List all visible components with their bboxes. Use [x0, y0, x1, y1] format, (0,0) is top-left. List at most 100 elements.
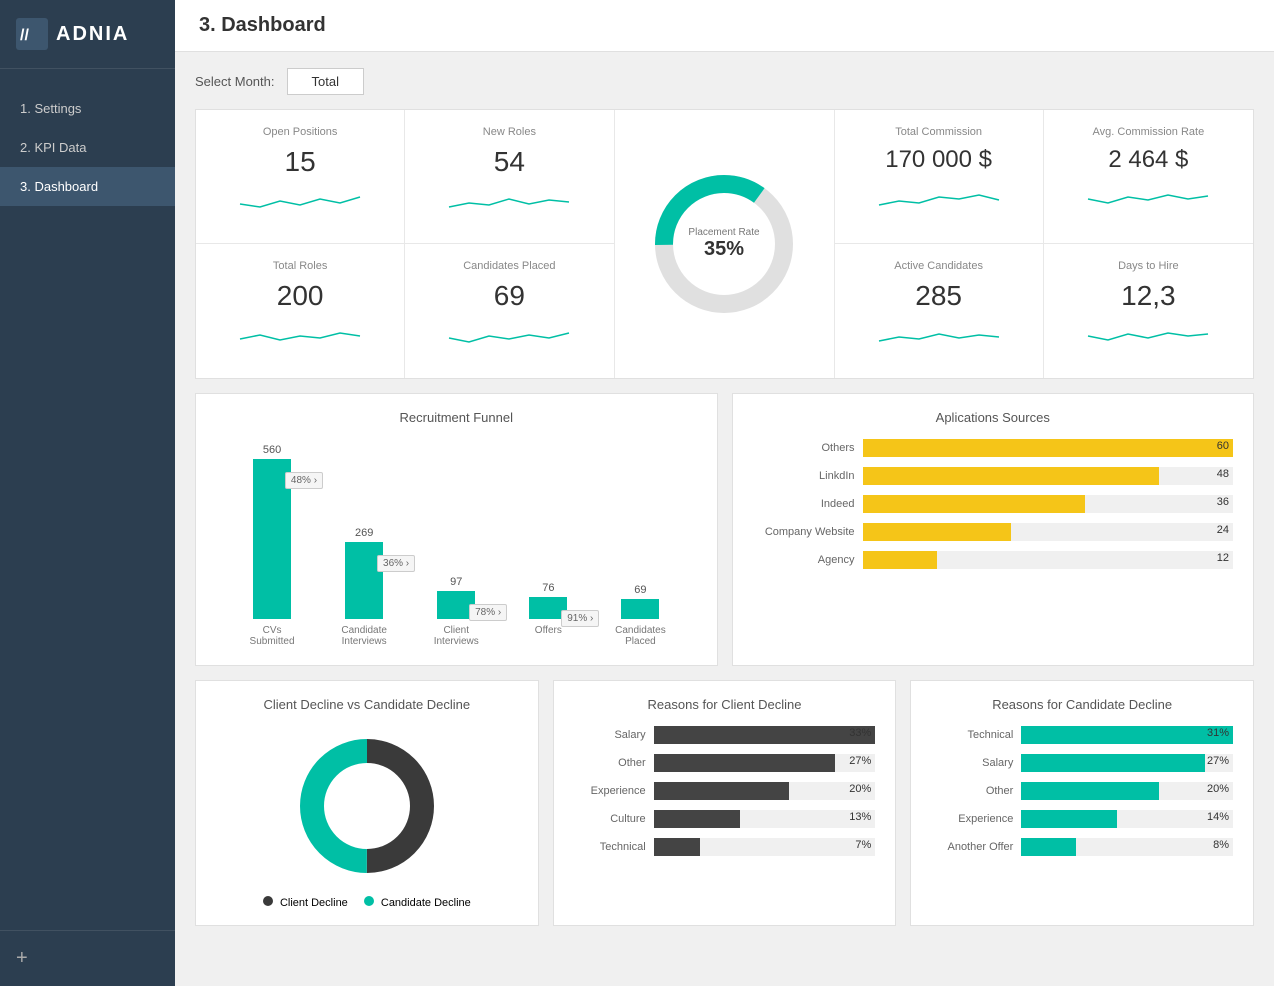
appsources-row-agency: Agency 12 — [753, 551, 1234, 569]
candidate-decline-track-other: 20% — [1021, 782, 1233, 800]
candidate-decline-bar-another-offer — [1021, 838, 1076, 856]
open-positions-label: Open Positions — [216, 126, 384, 138]
appsources-label-indeed: Indeed — [753, 498, 863, 510]
donut-label: Placement Rate 35% — [688, 227, 759, 261]
client-decline-track-culture: 13% — [654, 810, 876, 828]
candidate-decline-label-technical: Technical — [931, 729, 1021, 741]
kpi-total-roles: Total Roles 200 — [196, 244, 405, 378]
application-sources-card: Aplications Sources Others 60 LinkdIn — [732, 393, 1255, 666]
active-candidates-label: Active Candidates — [855, 260, 1023, 272]
client-decline-bar-salary — [654, 726, 876, 744]
candidate-decline-title: Reasons for Candidate Decline — [931, 697, 1233, 712]
client-decline-row-technical: Technical 7% — [574, 838, 876, 856]
candidate-decline-val-another-offer: 8% — [1213, 839, 1229, 851]
candidate-decline-chart: Technical 31% Salary 27% — [931, 726, 1233, 856]
decline-comparison-title: Client Decline vs Candidate Decline — [216, 697, 518, 712]
funnel-label-3: Client Interviews — [426, 625, 486, 647]
month-selector-label: Select Month: — [195, 74, 275, 89]
appsources-track-company: 24 — [863, 523, 1234, 541]
total-commission-sparkline — [855, 182, 1023, 212]
funnel-title: Recruitment Funnel — [216, 410, 697, 425]
decline-donut-container: 50% 50% — [287, 726, 447, 886]
candidate-decline-track-salary: 27% — [1021, 754, 1233, 772]
kpi-avg-commission: Avg. Commission Rate 2 464 $ — [1044, 110, 1253, 244]
candidate-decline-bar-salary — [1021, 754, 1205, 772]
total-roles-value: 200 — [216, 280, 384, 312]
funnel-val-1: 560 — [263, 444, 281, 456]
candidates-placed-value: 69 — [425, 280, 593, 312]
appsources-val-others: 60 — [1217, 440, 1229, 452]
candidate-decline-track-another-offer: 8% — [1021, 838, 1233, 856]
svg-text://: // — [20, 27, 29, 44]
total-roles-sparkline — [216, 320, 384, 350]
funnel-arrow-1: 48% › — [285, 472, 323, 489]
funnel-col-1: 560 48% › — [253, 444, 291, 619]
kpi-new-roles: New Roles 54 — [405, 110, 614, 244]
candidate-decline-label-experience: Experience — [931, 813, 1021, 825]
decline-comparison-card: Client Decline vs Candidate Decline 50% … — [195, 680, 539, 926]
candidate-decline-row-another-offer: Another Offer 8% — [931, 838, 1233, 856]
client-decline-bar-other — [654, 754, 836, 772]
funnel-bar-5 — [621, 599, 659, 619]
candidates-placed-sparkline — [425, 320, 593, 350]
appsources-row-company: Company Website 24 — [753, 523, 1234, 541]
funnel-bars: 560 48% › 269 36% › 9 — [216, 439, 697, 619]
total-roles-label: Total Roles — [216, 260, 384, 272]
active-candidates-sparkline — [855, 320, 1023, 350]
client-decline-label-experience: Experience — [574, 785, 654, 797]
avg-commission-label: Avg. Commission Rate — [1064, 126, 1233, 138]
sidebar: // ADNIA 1. Settings 2. KPI Data 3. Dash… — [0, 0, 175, 986]
page-title: 3. Dashboard — [175, 0, 1274, 52]
sidebar-item-dashboard[interactable]: 3. Dashboard — [0, 167, 175, 206]
funnel-label-1: CVs Submitted — [242, 625, 302, 647]
candidate-decline-bar-other — [1021, 782, 1159, 800]
sidebar-item-settings[interactable]: 1. Settings — [0, 89, 175, 128]
appsources-bar-others — [863, 439, 1234, 457]
open-positions-value: 15 — [216, 146, 384, 178]
funnel-val-4: 76 — [542, 582, 554, 594]
appsources-val-company: 24 — [1217, 524, 1229, 536]
legend-label-candidate: Candidate Decline — [381, 897, 471, 909]
month-selector: Select Month: Total — [195, 68, 1254, 95]
client-decline-val-experience: 20% — [849, 783, 871, 795]
client-decline-row-salary: Salary 33% — [574, 726, 876, 744]
candidate-decline-label-other: Other — [931, 785, 1021, 797]
legend-dot-client — [263, 896, 273, 906]
candidate-decline-val-salary: 27% — [1207, 755, 1229, 767]
legend-candidate-decline: Candidate Decline — [364, 896, 471, 909]
appsources-label-agency: Agency — [753, 554, 863, 566]
kpi-days-to-hire: Days to Hire 12,3 — [1044, 244, 1253, 378]
logo-text: ADNIA — [56, 23, 129, 46]
client-decline-label-other: Other — [574, 757, 654, 769]
decline-legend: Client Decline Candidate Decline — [263, 896, 471, 909]
appsources-bar-linkedin — [863, 467, 1159, 485]
funnel-val-5: 69 — [634, 584, 646, 596]
appsources-chart: Others 60 LinkdIn 48 I — [753, 439, 1234, 569]
candidate-decline-row-salary: Salary 27% — [931, 754, 1233, 772]
dashboard-content: Select Month: Total Open Positions 15 Ne… — [175, 52, 1274, 942]
month-total-button[interactable]: Total — [287, 68, 364, 95]
client-decline-bar-experience — [654, 782, 789, 800]
funnel-bar-2 — [345, 542, 383, 619]
sidebar-item-kpi[interactable]: 2. KPI Data — [0, 128, 175, 167]
appsources-val-agency: 12 — [1217, 552, 1229, 564]
funnel-val-3: 97 — [450, 576, 462, 588]
funnel-labels: CVs Submitted Candidate Interviews Clien… — [216, 625, 697, 647]
placement-rate-label: Placement Rate — [688, 227, 759, 238]
candidate-decline-card: Reasons for Candidate Decline Technical … — [910, 680, 1254, 926]
client-decline-label-technical: Technical — [574, 841, 654, 853]
appsources-val-indeed: 36 — [1217, 496, 1229, 508]
svg-text:50%: 50% — [330, 799, 354, 813]
kpi-active-candidates: Active Candidates 285 — [835, 244, 1044, 378]
client-decline-bar-culture — [654, 810, 740, 828]
funnel-label-4: Offers — [518, 625, 578, 647]
client-decline-bar-technical — [654, 838, 701, 856]
candidate-decline-bar-technical — [1021, 726, 1233, 744]
funnel-arrow-4: 91% › — [561, 610, 599, 627]
client-decline-val-culture: 13% — [849, 811, 871, 823]
add-button[interactable]: + — [16, 947, 159, 970]
appsources-track-others: 60 — [863, 439, 1234, 457]
sidebar-logo: // ADNIA — [0, 0, 175, 69]
funnel-val-2: 269 — [355, 527, 373, 539]
client-decline-track-experience: 20% — [654, 782, 876, 800]
